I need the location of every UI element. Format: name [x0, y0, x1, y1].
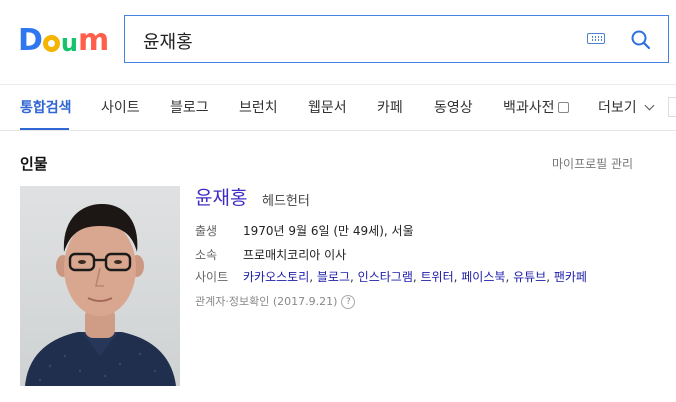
- tab-encyclopedia-label: 백과사전: [503, 100, 555, 116]
- profile-photo-image: [20, 186, 180, 386]
- logo-letter-a: [42, 35, 60, 52]
- tab-blog[interactable]: 블로그: [170, 97, 209, 117]
- tab-integrated-search[interactable]: 통합검색: [20, 97, 72, 117]
- verification-note: 관계자·정보확인 (2017.9.21)?: [195, 293, 356, 309]
- tab-video[interactable]: 동영상: [434, 97, 473, 117]
- chevron-down-icon: [644, 100, 655, 111]
- affiliation-value: 프로매치코리아 이사: [243, 248, 347, 262]
- birth-value: 1970년 9월 6일 (만 49세), 서울: [243, 224, 414, 238]
- person-name-link[interactable]: 윤재홍: [195, 183, 247, 210]
- search-icon: [631, 30, 651, 50]
- section-title: 인물: [20, 155, 48, 173]
- tab-more[interactable]: 더보기: [598, 97, 655, 117]
- site-link-youtube[interactable]: 유튜브: [513, 270, 546, 284]
- person-occupation: 헤드헌터: [262, 194, 310, 209]
- search-tabs: 통합검색 사이트 블로그 브런치 웹문서 카페 동영상 백과사전 더보기: [0, 85, 676, 130]
- site-link-blog[interactable]: 블로그: [317, 270, 350, 284]
- keyboard-icon[interactable]: [587, 33, 605, 44]
- site-links: 카카오스토리, 블로그, 인스타그램, 트위터, 페이스북, 유튜브, 팬카페: [243, 270, 587, 284]
- tab-brunch[interactable]: 브런치: [239, 97, 278, 117]
- my-profile-manage-link[interactable]: 마이프로필 관리: [552, 155, 633, 172]
- tab-cafe[interactable]: 카페: [377, 97, 403, 117]
- site-link-facebook[interactable]: 페이스북: [461, 270, 505, 284]
- tab-encyclopedia[interactable]: 백과사전: [503, 97, 569, 117]
- search-box[interactable]: 윤재홍: [124, 15, 669, 63]
- site-link-instagram[interactable]: 인스타그램: [358, 270, 413, 284]
- tab-site[interactable]: 사이트: [101, 97, 140, 117]
- daum-logo[interactable]: D u m: [18, 23, 110, 58]
- tab-scroll-edge: [668, 97, 676, 117]
- site-link-fancafe[interactable]: 팬카페: [554, 270, 587, 284]
- site-link-kakaostory[interactable]: 카카오스토리: [243, 270, 309, 284]
- help-icon[interactable]: ?: [341, 295, 356, 309]
- logo-letter-u: u: [60, 29, 78, 57]
- tab-more-label: 더보기: [598, 100, 637, 116]
- logo-letter-d: D: [18, 23, 43, 58]
- birth-label: 출생: [195, 224, 218, 238]
- verification-text: 관계자·정보확인 (2017.9.21): [195, 295, 338, 308]
- site-label: 사이트: [195, 270, 229, 284]
- tab-web-docs[interactable]: 웹문서: [308, 97, 347, 117]
- profile-photo[interactable]: [20, 186, 180, 386]
- search-button[interactable]: [627, 26, 655, 54]
- site-link-twitter[interactable]: 트위터: [421, 270, 454, 284]
- checkbox-icon[interactable]: [557, 101, 569, 113]
- logo-letter-m: m: [78, 23, 110, 58]
- affiliation-label: 소속: [195, 248, 218, 262]
- search-input[interactable]: 윤재홍: [143, 28, 193, 54]
- tabs-divider: [0, 130, 676, 131]
